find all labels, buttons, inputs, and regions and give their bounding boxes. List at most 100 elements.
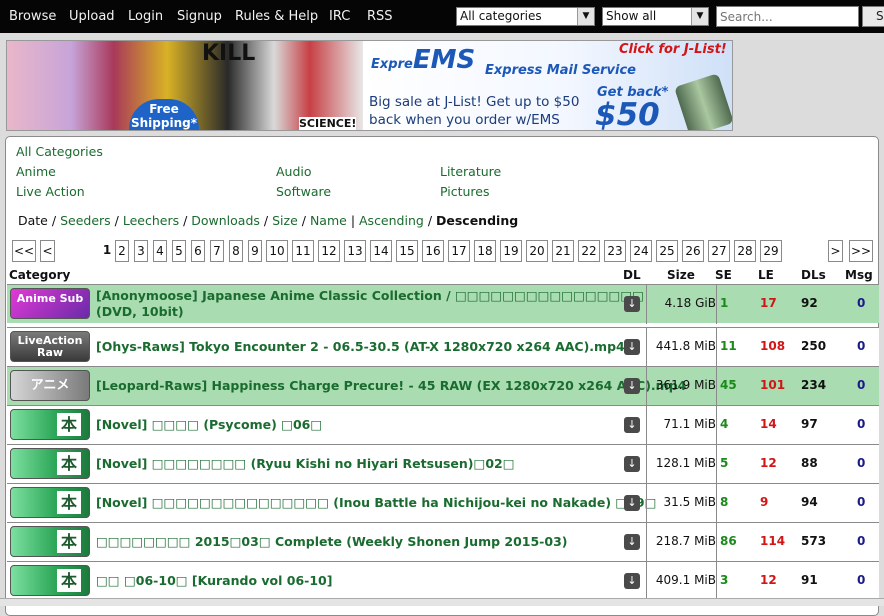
comments-count[interactable]: 0	[857, 534, 865, 548]
category-badge-anime-raw[interactable]: アニメ	[10, 370, 90, 401]
category-pictures[interactable]: Pictures	[440, 184, 490, 199]
category-software[interactable]: Software	[276, 184, 331, 199]
comments-count[interactable]: 0	[857, 339, 865, 353]
sort-seeders[interactable]: Seeders	[60, 213, 111, 228]
torrent-name-link[interactable]: [Anonymoose] Japanese Anime Classic Coll…	[96, 288, 644, 320]
downloads-count: 88	[801, 456, 818, 470]
free-shipping-badge: Free Shipping*	[129, 99, 199, 130]
download-icon[interactable]: ↓	[624, 573, 640, 589]
category-all[interactable]: All Categories	[16, 144, 103, 159]
comments-count[interactable]: 0	[857, 417, 865, 431]
pager-first[interactable]: <<	[12, 240, 36, 262]
download-icon[interactable]: ↓	[624, 495, 640, 511]
pager-page[interactable]: 21	[552, 240, 574, 262]
pager-page[interactable]: 6	[191, 240, 205, 262]
pager-page[interactable]: 23	[604, 240, 626, 262]
category-live-action[interactable]: Live Action	[16, 184, 85, 199]
torrent-name-link[interactable]: □□□□□□□□ 2015□03□ Complete (Weekly Shone…	[96, 534, 567, 550]
table-row: アニメ [Leopard-Raws] Happiness Charge Prec…	[7, 366, 879, 406]
comments-count[interactable]: 0	[857, 378, 865, 392]
torrent-name-link[interactable]: [Leopard-Raws] Happiness Charge Precure!…	[96, 378, 686, 394]
pager-page[interactable]: 24	[630, 240, 652, 262]
category-badge-liveaction-raw[interactable]: LiveAction Raw	[10, 331, 90, 362]
nav-upload[interactable]: Upload	[69, 9, 115, 24]
comments-count[interactable]: 0	[857, 296, 865, 310]
category-literature[interactable]: Literature	[440, 164, 501, 179]
download-icon[interactable]: ↓	[624, 456, 640, 472]
pager-next[interactable]: >	[828, 240, 843, 262]
category-badge-literature[interactable]: 本	[10, 487, 90, 518]
category-badge-literature[interactable]: 本	[10, 526, 90, 557]
pager-page[interactable]: 5	[172, 240, 186, 262]
comments-count[interactable]: 0	[857, 573, 865, 587]
pager-page[interactable]: 8	[229, 240, 243, 262]
sort-downloads[interactable]: Downloads	[191, 213, 260, 228]
pager-page[interactable]: 28	[734, 240, 756, 262]
pager-page[interactable]: 26	[682, 240, 704, 262]
pager-page[interactable]: 25	[656, 240, 678, 262]
torrent-name-link[interactable]: [Novel] □□□□□□□□□□□□□□□ (Inou Battle ha …	[96, 495, 656, 511]
pager-page[interactable]: 13	[344, 240, 366, 262]
sort-leechers[interactable]: Leechers	[123, 213, 179, 228]
sort-name[interactable]: Name	[310, 213, 347, 228]
torrent-name-link[interactable]: □□ □06-10□ [Kurando vol 06-10]	[96, 573, 332, 589]
nav-rules-help[interactable]: Rules & Help	[235, 9, 318, 24]
pager-page[interactable]: 2	[115, 240, 129, 262]
pager-page[interactable]: 14	[370, 240, 392, 262]
pager-page[interactable]: 10	[266, 240, 288, 262]
pager-page[interactable]: 12	[318, 240, 340, 262]
pager-page[interactable]: 4	[153, 240, 167, 262]
pager-page[interactable]: 17	[448, 240, 470, 262]
download-icon[interactable]: ↓	[624, 417, 640, 433]
sort-size[interactable]: Size	[272, 213, 298, 228]
table-row: 本 □□ □06-10□ [Kurando vol 06-10] ↓ 409.1…	[7, 561, 879, 601]
sort-ascending[interactable]: Ascending	[359, 213, 424, 228]
torrent-name-link[interactable]: [Novel] □□□□ (Psycome) □06□	[96, 417, 322, 433]
banner-ad[interactable]: KILL Free Shipping* SCIENCE! ExpreEMS Ex…	[6, 40, 733, 131]
horizontal-scrollbar[interactable]	[0, 598, 884, 606]
download-icon[interactable]: ↓	[624, 378, 640, 394]
nav-signup[interactable]: Signup	[177, 9, 222, 24]
comments-count[interactable]: 0	[857, 495, 865, 509]
comments-count[interactable]: 0	[857, 456, 865, 470]
pager-page[interactable]: 7	[210, 240, 224, 262]
nav-rss[interactable]: RSS	[367, 9, 393, 24]
nav-irc[interactable]: IRC	[329, 9, 350, 24]
download-icon[interactable]: ↓	[624, 339, 640, 355]
pager-page[interactable]: 27	[708, 240, 730, 262]
category-badge-literature[interactable]: 本	[10, 565, 90, 596]
pager-page[interactable]: 29	[760, 240, 782, 262]
seeders-count: 4	[720, 417, 729, 431]
torrent-size: 441.8 MiB	[655, 339, 716, 353]
pager-page[interactable]: 15	[396, 240, 418, 262]
pager-page[interactable]: 22	[578, 240, 600, 262]
sort-date: Date	[18, 213, 48, 228]
nav-login[interactable]: Login	[128, 9, 163, 24]
category-badge-anime-sub[interactable]: Anime Sub	[10, 288, 90, 319]
search-button[interactable]: Search	[862, 6, 884, 27]
pager-page[interactable]: 11	[292, 240, 314, 262]
category-audio[interactable]: Audio	[276, 164, 312, 179]
leechers-count: 17	[760, 296, 777, 310]
category-select[interactable]: All categories ▼	[456, 7, 595, 26]
download-icon[interactable]: ↓	[624, 296, 640, 312]
pager-last[interactable]: >>	[849, 240, 873, 262]
category-badge-literature[interactable]: 本	[10, 409, 90, 440]
category-badge-literature[interactable]: 本	[10, 448, 90, 479]
category-anime[interactable]: Anime	[16, 164, 56, 179]
filter-select[interactable]: Show all ▼	[602, 7, 709, 26]
pager-page[interactable]: 18	[474, 240, 496, 262]
pager-prev[interactable]: <	[40, 240, 55, 262]
download-icon[interactable]: ↓	[624, 534, 640, 550]
pager-page[interactable]: 3	[134, 240, 148, 262]
torrent-name-link[interactable]: [Ohys-Raws] Tokyo Encounter 2 - 06.5-30.…	[96, 339, 625, 355]
search-input[interactable]	[716, 6, 859, 27]
pager-page[interactable]: 20	[526, 240, 548, 262]
table-row: 本 [Novel] □□□□ (Psycome) □06□ ↓ 71.1 MiB…	[7, 405, 879, 445]
pager-page[interactable]: 9	[248, 240, 262, 262]
table-row: 本 [Novel] □□□□□□□□ (Ryuu Kishi no Hiyari…	[7, 444, 879, 484]
pager-page[interactable]: 16	[422, 240, 444, 262]
torrent-name-link[interactable]: [Novel] □□□□□□□□ (Ryuu Kishi no Hiyari R…	[96, 456, 515, 472]
pager-page[interactable]: 19	[500, 240, 522, 262]
nav-browse[interactable]: Browse	[9, 9, 56, 24]
